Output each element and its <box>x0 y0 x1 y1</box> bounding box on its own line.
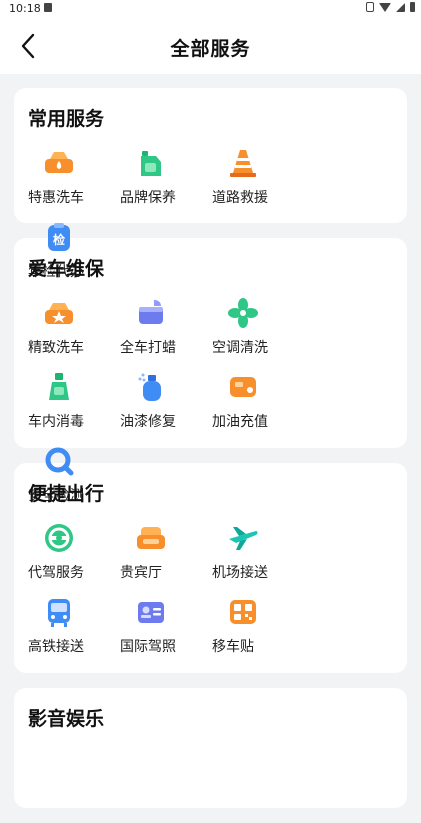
service-road-rescue[interactable]: 道路救援 <box>212 144 304 218</box>
service-label: 代驾服务 <box>28 565 84 581</box>
section-car-care: 爱车维保 精致洗车 全车打蜡 空调清洗 车内消毒 油漆修复 加油充值 安全检测 <box>14 238 407 504</box>
steering-wheel-icon <box>42 521 76 555</box>
paint-sprayer-icon <box>134 370 168 404</box>
vibrate-icon <box>366 2 374 12</box>
service-label: 空调清洗 <box>212 340 268 356</box>
svg-text:检: 检 <box>53 232 65 247</box>
qr-sticker-icon <box>226 595 260 629</box>
service-label: 精致洗车 <box>28 340 84 356</box>
section-title: 爱车维保 <box>28 258 105 280</box>
service-waxing[interactable]: 全车打蜡 <box>120 294 212 368</box>
service-disinfection[interactable]: 车内消毒 <box>28 368 120 442</box>
battery-icon <box>410 2 415 12</box>
service-fine-wash[interactable]: 精致洗车 <box>28 294 120 368</box>
service-label: 特惠洗车 <box>28 190 84 206</box>
page-title: 全部服务 <box>170 38 251 60</box>
service-label: 移车贴 <box>212 639 254 655</box>
car-wash-icon <box>42 146 76 180</box>
fan-icon <box>226 296 260 330</box>
signal-icon <box>396 2 405 12</box>
service-brand-maintenance[interactable]: 品牌保养 <box>120 144 212 218</box>
oil-can-icon <box>134 146 168 180</box>
sofa-icon <box>134 521 168 555</box>
service-train-transfer[interactable]: 高铁接送 <box>28 593 120 667</box>
license-card-icon <box>134 595 168 629</box>
service-label: 品牌保养 <box>120 190 176 206</box>
status-time: 10:18 <box>9 2 41 15</box>
service-label: 油漆修复 <box>120 414 176 430</box>
magnifier-icon <box>42 444 76 478</box>
service-car-wash[interactable]: 特惠洗车 <box>28 144 120 218</box>
section-title: 便捷出行 <box>28 483 105 505</box>
service-label: 加油充值 <box>212 414 268 430</box>
section-title: 影音娱乐 <box>28 708 105 730</box>
service-airport-transfer[interactable]: 机场接送 <box>212 519 304 593</box>
traffic-cone-icon <box>226 146 260 180</box>
service-international-license[interactable]: 国际驾照 <box>120 593 212 667</box>
service-label: 国际驾照 <box>120 639 176 655</box>
train-icon <box>42 595 76 629</box>
service-label: 机场接送 <box>212 565 268 581</box>
service-label: 高铁接送 <box>28 639 84 655</box>
section-title: 常用服务 <box>28 108 105 130</box>
service-label: 全车打蜡 <box>120 340 176 356</box>
status-icons <box>366 2 415 12</box>
services-list: 常用服务 特惠洗车 品牌保养 道路救援 检 年检代办 爱车维保 精致洗车 全车打… <box>14 88 407 823</box>
top-navbar: 全部服务 <box>0 18 421 74</box>
service-ac-cleaning[interactable]: 空调清洗 <box>212 294 304 368</box>
wax-box-icon <box>134 296 168 330</box>
notification-icon <box>44 3 52 12</box>
service-designated-driver[interactable]: 代驾服务 <box>28 519 120 593</box>
service-label: 车内消毒 <box>28 414 84 430</box>
service-label: 贵宾厅 <box>120 565 162 581</box>
section-convenient-travel: 便捷出行 代驾服务 贵宾厅 机场接送 高铁接送 国际驾照 移车贴 <box>14 463 407 673</box>
service-paint-repair[interactable]: 油漆修复 <box>120 368 212 442</box>
airplane-icon <box>226 521 260 555</box>
fuel-card-icon <box>226 370 260 404</box>
service-label: 道路救援 <box>212 190 268 206</box>
wifi-icon <box>379 2 391 12</box>
status-bar: 10:18 <box>0 0 421 18</box>
spray-bottle-icon <box>42 370 76 404</box>
section-entertainment: 影音娱乐 <box>14 688 407 808</box>
section-common-services: 常用服务 特惠洗车 品牌保养 道路救援 检 年检代办 <box>14 88 407 280</box>
car-star-icon <box>42 296 76 330</box>
service-vip-lounge[interactable]: 贵宾厅 <box>120 519 212 593</box>
inspection-badge-icon: 检 <box>42 220 76 254</box>
service-move-car-sticker[interactable]: 移车贴 <box>212 593 304 667</box>
service-fuel-topup[interactable]: 加油充值 <box>212 368 304 442</box>
